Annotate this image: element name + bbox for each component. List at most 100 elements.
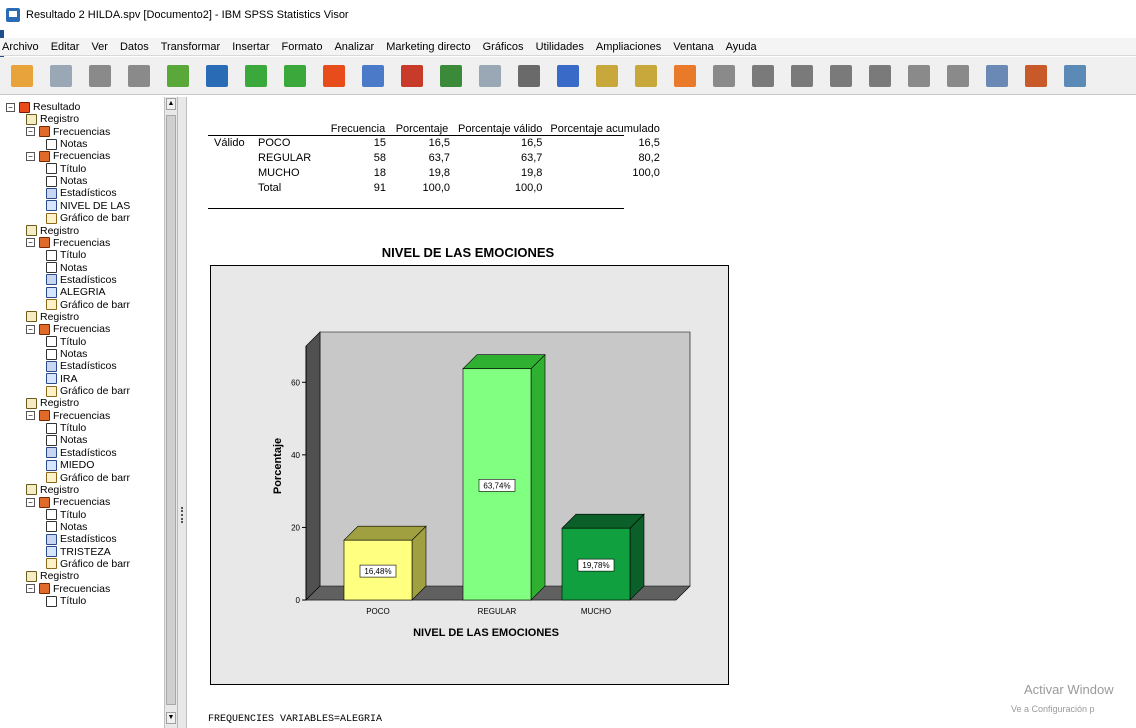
menu-item-ampliaciones[interactable]: Ampliaciones <box>596 41 661 53</box>
bar-chart-frame[interactable]: 0 20 40 60 Porcentaje 16,48% POCO 63,74% REGULAR… <box>210 265 729 685</box>
undo-button[interactable] <box>242 62 270 90</box>
outline-item-notas[interactable]: Notas <box>46 262 87 274</box>
collapse-toggle-icon[interactable]: − <box>26 151 35 161</box>
outline-item-grafico[interactable]: Gráfico de barr <box>46 385 130 397</box>
insert-heading-button[interactable] <box>983 62 1011 90</box>
menu-item-transformar[interactable]: Transformar <box>161 41 221 53</box>
outline-item-frec[interactable]: − Frecuencias <box>26 323 110 335</box>
menu-item-gr-ficos[interactable]: Gráficos <box>483 41 524 53</box>
outline-item-grafico[interactable]: Gráfico de barr <box>46 299 130 311</box>
script-button[interactable] <box>671 62 699 90</box>
hide-button[interactable] <box>944 62 972 90</box>
redo-button[interactable] <box>281 62 309 90</box>
outline-item-titulo[interactable]: Título <box>46 249 86 261</box>
outline-item-tabla[interactable]: MIEDO <box>46 459 94 471</box>
menu-item-archivo[interactable]: Archivo <box>2 41 39 53</box>
splitter-grip-icon[interactable] <box>181 507 183 523</box>
menu-item-marketing-directo[interactable]: Marketing directo <box>386 41 470 53</box>
collapse-toggle-icon[interactable]: − <box>6 102 15 112</box>
outline-item-grafico[interactable]: Gráfico de barr <box>46 472 130 484</box>
outline-item-frec[interactable]: − Frecuencias <box>26 496 110 508</box>
outline-item-resultado[interactable]: − Resultado <box>6 101 80 113</box>
outline-item-frec[interactable]: − Frecuencias <box>26 410 110 422</box>
edit-button[interactable] <box>632 62 660 90</box>
save-button[interactable] <box>47 62 75 90</box>
show-button[interactable] <box>905 62 933 90</box>
outline-item-registro[interactable]: Registro <box>26 113 79 125</box>
pie-button[interactable] <box>515 62 543 90</box>
print-button[interactable] <box>86 62 114 90</box>
outline-scrollbar[interactable]: ▲ ▼ <box>164 97 177 728</box>
expand-button[interactable] <box>827 62 855 90</box>
outline-item-titulo[interactable]: Título <box>46 422 86 434</box>
outline-item-frec[interactable]: − Frecuencias <box>26 126 110 138</box>
forward-arrow-button[interactable] <box>788 62 816 90</box>
outline-item-grafico[interactable]: Gráfico de barr <box>46 558 130 570</box>
goto-case-button[interactable] <box>359 62 387 90</box>
menu-item-editar[interactable]: Editar <box>51 41 80 53</box>
menu-item-insertar[interactable]: Insertar <box>232 41 269 53</box>
outline-item-titulo[interactable]: Título <box>46 595 86 607</box>
outline-item-titulo[interactable]: Título <box>46 163 86 175</box>
outline-item-registro[interactable]: Registro <box>26 225 79 237</box>
menu-item-datos[interactable]: Datos <box>120 41 149 53</box>
collapse-toggle-icon[interactable]: − <box>26 584 35 594</box>
outline-item-notas[interactable]: Notas <box>46 348 87 360</box>
collapse-toggle-icon[interactable]: − <box>26 497 35 507</box>
outline-item-tabla[interactable]: ALEGRIA <box>46 286 106 298</box>
frequency-table[interactable]: Frecuencia Porcentaje Porcentaje válido Por… <box>208 103 664 195</box>
outline-item-titulo[interactable]: Título <box>46 509 86 521</box>
outline-item-registro[interactable]: Registro <box>26 570 79 582</box>
stop-button[interactable] <box>710 62 738 90</box>
outline-item-estad[interactable]: Estadísticos <box>46 447 117 459</box>
collapse-toggle-icon[interactable]: − <box>26 127 35 137</box>
outline-item-titulo[interactable]: Título <box>46 336 86 348</box>
menu-item-ventana[interactable]: Ventana <box>673 41 713 53</box>
collapse-toggle-icon[interactable]: − <box>26 238 35 248</box>
menu-item-formato[interactable]: Formato <box>282 41 323 53</box>
variables-button[interactable] <box>398 62 426 90</box>
pane-splitter[interactable] <box>178 97 187 728</box>
outline-item-notas[interactable]: Notas <box>46 521 87 533</box>
back-arrow-button[interactable] <box>749 62 777 90</box>
insert-output-button[interactable] <box>554 62 582 90</box>
export-button[interactable] <box>164 62 192 90</box>
use-sets-button[interactable] <box>437 62 465 90</box>
insert-text-button[interactable] <box>1061 62 1089 90</box>
outline-item-notas[interactable]: Notas <box>46 138 87 150</box>
print-preview-button[interactable] <box>125 62 153 90</box>
outline-item-registro[interactable]: Registro <box>26 311 79 323</box>
outline-item-estad[interactable]: Estadísticos <box>46 274 117 286</box>
outline-item-frec[interactable]: − Frecuencias <box>26 150 110 162</box>
collapse-toggle-icon[interactable]: − <box>26 411 35 421</box>
menu-item-ver[interactable]: Ver <box>91 41 108 53</box>
outline-item-estad[interactable]: Estadísticos <box>46 533 117 545</box>
outline-item-notas[interactable]: Notas <box>46 434 87 446</box>
collapse-button[interactable] <box>866 62 894 90</box>
scroll-up-arrow-icon[interactable]: ▲ <box>166 98 176 110</box>
outline-item-tabla[interactable]: NIVEL DE LAS <box>46 200 130 212</box>
outline-item-frec[interactable]: − Frecuencias <box>26 583 110 595</box>
menu-item-analizar[interactable]: Analizar <box>334 41 374 53</box>
recall-dialog-button[interactable] <box>203 62 231 90</box>
outline-item-estad[interactable]: Estadísticos <box>46 360 117 372</box>
goto-data-button[interactable] <box>320 62 348 90</box>
collapse-toggle-icon[interactable]: − <box>26 324 35 334</box>
scrollbar-thumb[interactable] <box>166 115 176 705</box>
show-all-button[interactable] <box>476 62 504 90</box>
scroll-down-arrow-icon[interactable]: ▼ <box>166 712 176 724</box>
outline-item-tabla[interactable]: TRISTEZA <box>46 546 111 558</box>
outline-item-tabla[interactable]: IRA <box>46 373 78 385</box>
outline-item-grafico[interactable]: Gráfico de barr <box>46 212 130 224</box>
outline-item-registro[interactable]: Registro <box>26 484 79 496</box>
outline-item-notas[interactable]: Notas <box>46 175 87 187</box>
insert-title-button[interactable] <box>1022 62 1050 90</box>
outline-item-estad[interactable]: Estadísticos <box>46 187 117 199</box>
designate-window-button[interactable] <box>593 62 621 90</box>
menu-item-utilidades[interactable]: Utilidades <box>536 41 584 53</box>
open-folder-button[interactable] <box>8 62 36 90</box>
outline-item-frec[interactable]: − Frecuencias <box>26 237 110 249</box>
menu-item-ayuda[interactable]: Ayuda <box>726 41 757 53</box>
outline-item-registro[interactable]: Registro <box>26 397 79 409</box>
table-row: MUCHO 18 19,8 19,8 100,0 <box>208 165 664 180</box>
